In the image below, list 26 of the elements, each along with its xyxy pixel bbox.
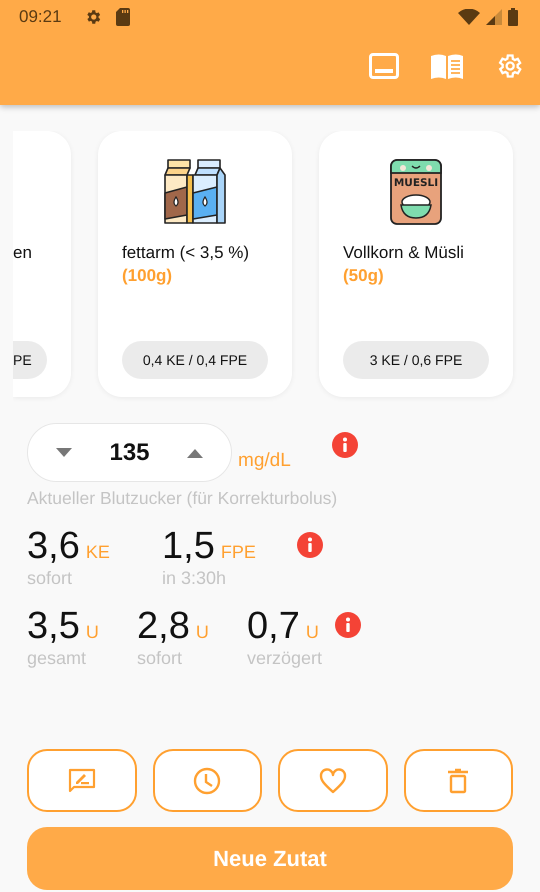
food-amount: (50g) bbox=[343, 265, 385, 287]
food-card[interactable]: en PE bbox=[13, 131, 71, 397]
food-name: en bbox=[13, 242, 33, 264]
nutrition-chip: 3 KE / 0,6 FPE bbox=[343, 341, 489, 379]
food-card[interactable]: MUESLI Vollkorn & Müsli (50g) 3 KE / 0,6 FPE bbox=[319, 131, 513, 397]
stat-unit: U bbox=[196, 622, 209, 643]
glucose-unit: mg/dL bbox=[238, 450, 291, 472]
nutrition-chip: 0,4 KE / 0,4 FPE bbox=[122, 341, 268, 379]
cereal-box-icon: MUESLI bbox=[389, 159, 443, 225]
food-card[interactable]: fettarm (< 3,5 %) (100g) 0,4 KE / 0,4 FPE bbox=[98, 131, 292, 397]
stat-unit: U bbox=[86, 622, 99, 643]
stat-value: 1,5 bbox=[162, 525, 215, 567]
stat-value: 3,6 bbox=[27, 525, 80, 567]
food-name: Vollkorn & Müsli bbox=[343, 242, 465, 264]
stat-value: 0,7 bbox=[247, 605, 300, 647]
glucose-value: 135 bbox=[109, 438, 150, 466]
food-name: fettarm (< 3,5 %) bbox=[122, 242, 250, 264]
stat-value: 3,5 bbox=[27, 605, 80, 647]
stat-value: 2,8 bbox=[137, 605, 190, 647]
stat-unit: U bbox=[306, 622, 319, 643]
status-time: 09:21 bbox=[19, 7, 62, 27]
stat-unit: KE bbox=[86, 542, 110, 563]
nutrition-chip: PE bbox=[13, 341, 47, 379]
food-amount: (100g) bbox=[122, 265, 174, 287]
stat-unit: FPE bbox=[220, 542, 256, 563]
glucose-stepper[interactable]: 135 bbox=[27, 423, 232, 482]
